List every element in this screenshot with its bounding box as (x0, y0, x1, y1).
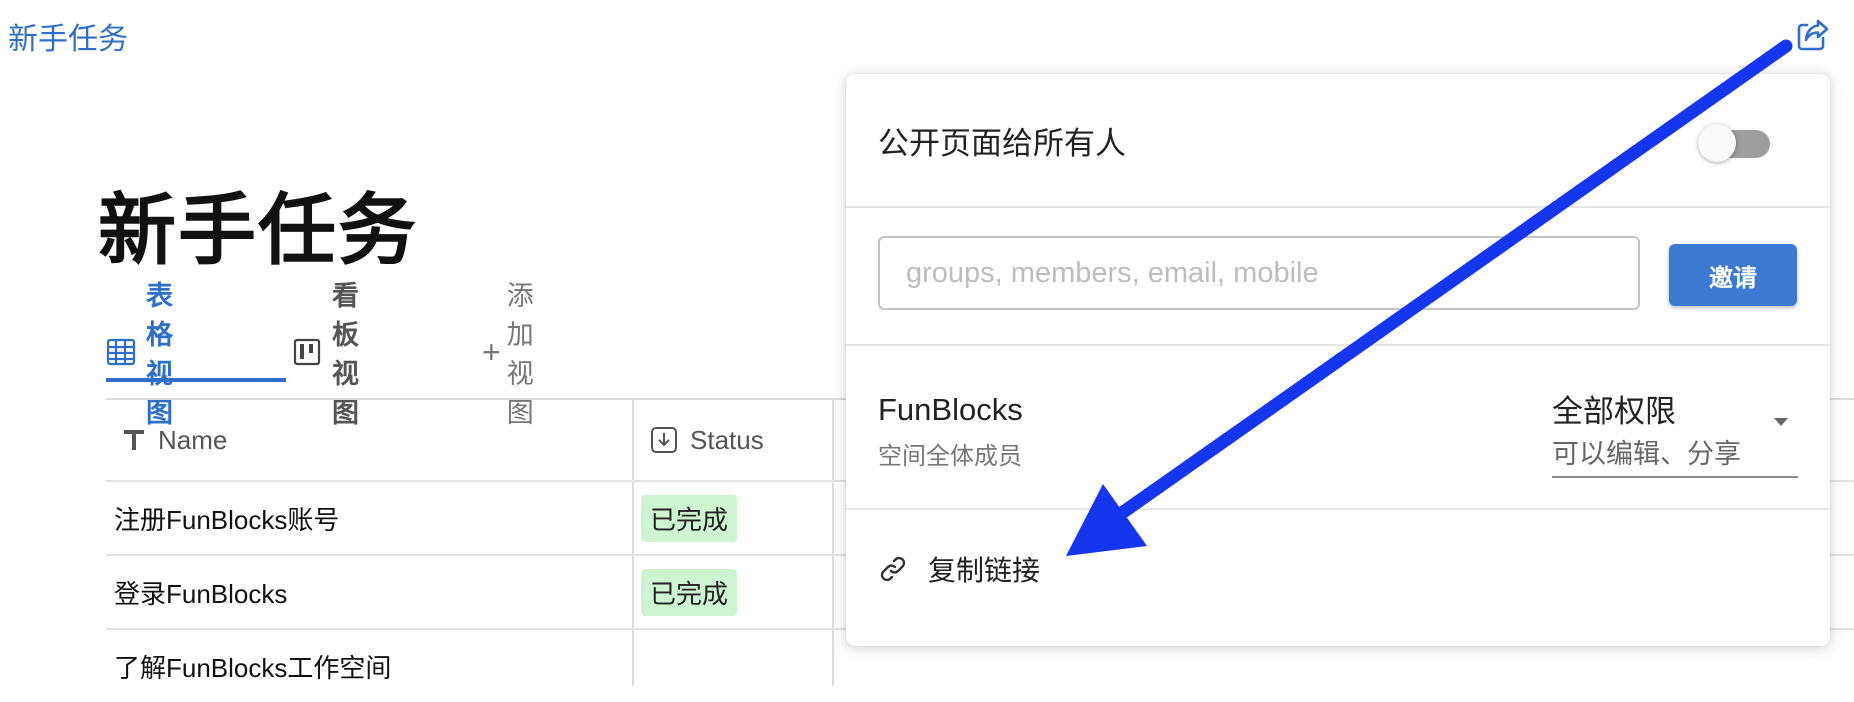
table-row-status[interactable]: 已完成 (641, 556, 738, 628)
column-header-label: Status (690, 424, 764, 455)
status-badge: 已完成 (641, 494, 738, 542)
kanban-icon (292, 337, 322, 367)
permission-title: 全部权限 (1552, 394, 1676, 429)
permission-subtitle: 可以编辑、分享 (1552, 439, 1741, 469)
member-name: FunBlocks (878, 392, 1023, 427)
divider (846, 206, 1830, 208)
public-page-label: 公开页面给所有人 (878, 126, 1126, 161)
toggle-knob (1698, 124, 1736, 162)
table-row-name[interactable]: 注册FunBlocks账号 (114, 482, 339, 554)
table-icon (106, 337, 136, 367)
column-header-status[interactable]: Status (650, 400, 764, 480)
status-badge: 已完成 (641, 568, 738, 616)
share-icon (1795, 17, 1831, 58)
column-header-label: Name (158, 424, 228, 455)
tab-kanban-view-label: 看板视图 (332, 281, 359, 428)
invite-button[interactable]: 邀请 (1669, 244, 1797, 306)
permission-select[interactable]: 全部权限 可以编辑、分享 (1552, 386, 1798, 478)
active-tab-indicator (106, 378, 286, 382)
column-header-name[interactable]: Name (122, 400, 227, 480)
table-row-name[interactable]: 了解FunBlocks工作空间 (114, 630, 391, 702)
copy-link-button[interactable]: 复制链接 (878, 544, 1040, 594)
breadcrumb[interactable]: 新手任务 (8, 14, 128, 58)
link-icon (878, 554, 908, 584)
select-underline (1552, 476, 1798, 478)
add-view-button[interactable]: + 添加视图 (482, 281, 534, 428)
column-divider[interactable] (632, 398, 634, 686)
divider (846, 508, 1830, 510)
text-type-icon (122, 428, 146, 452)
share-popover: 公开页面给所有人 邀请 FunBlocks 空间全体成员 全部权限 可以编辑、分… (846, 74, 1830, 646)
tab-table-view[interactable]: 表格视图 (106, 281, 173, 428)
table-row-status[interactable]: 已完成 (641, 482, 738, 554)
member-description: 空间全体成员 (878, 443, 1022, 470)
public-page-toggle[interactable] (1698, 124, 1770, 162)
tab-kanban-view[interactable]: 看板视图 (292, 281, 359, 428)
column-divider[interactable] (832, 398, 834, 686)
select-icon (650, 426, 678, 454)
table-row-name[interactable]: 登录FunBlocks (114, 556, 287, 628)
share-button[interactable] (1790, 14, 1836, 60)
chevron-down-icon (1774, 418, 1788, 426)
copy-link-label: 复制链接 (928, 555, 1041, 586)
plus-icon: + (482, 334, 501, 370)
invite-search-input[interactable] (878, 236, 1640, 310)
divider (846, 344, 1830, 346)
add-view-label: 添加视图 (506, 281, 534, 428)
page-title: 新手任务 (98, 186, 419, 274)
